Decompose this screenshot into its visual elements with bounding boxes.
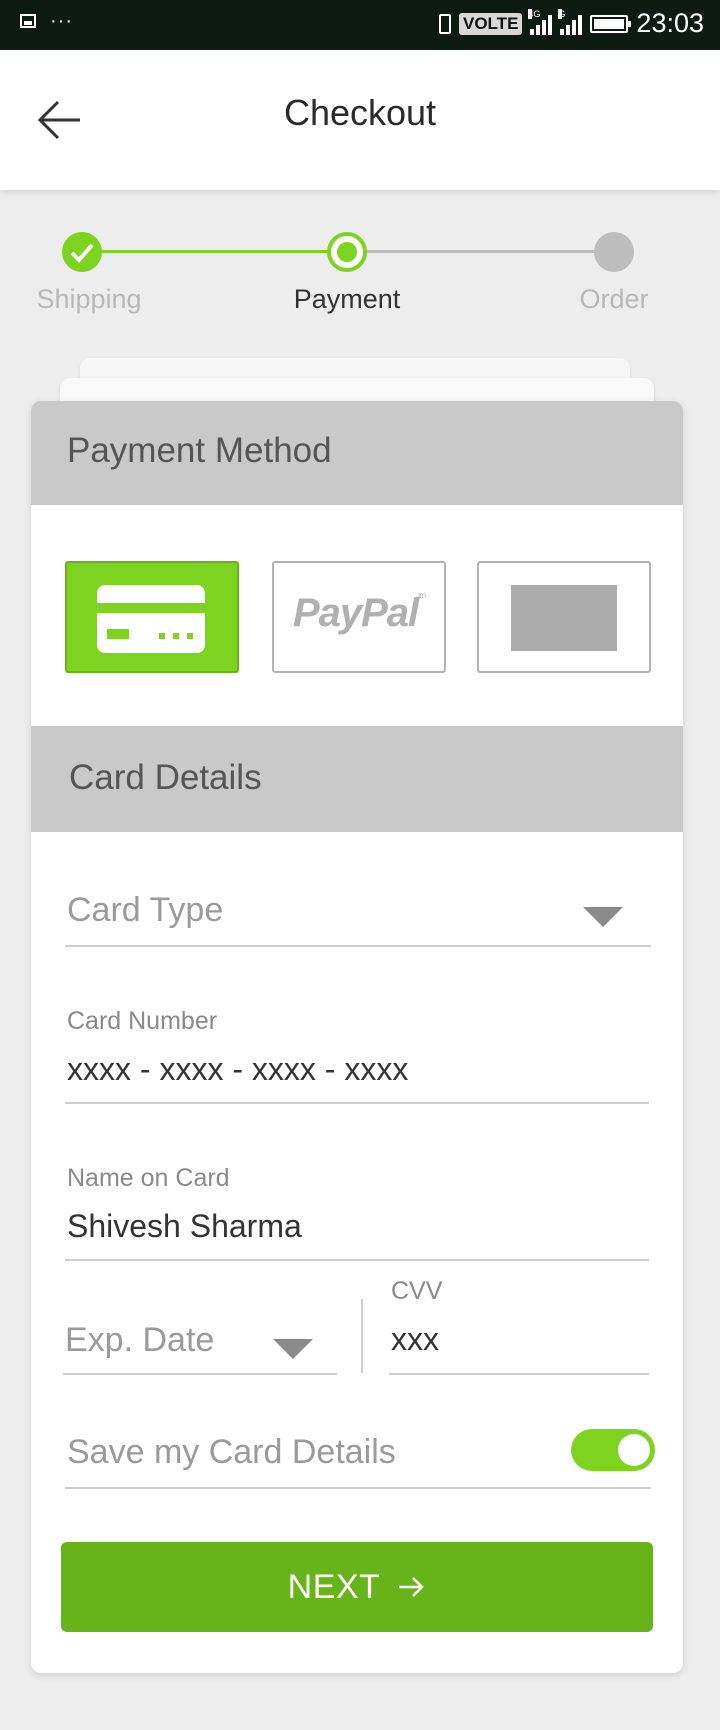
status-bar: ··· VOLTE 4G G 23:03 (0, 0, 720, 50)
volte-badge: VOLTE (459, 12, 523, 35)
payment-method-header: Payment Method (31, 401, 683, 505)
signal-icon: G (558, 8, 583, 35)
credit-card-icon (97, 585, 205, 653)
arrow-right-icon (399, 1577, 425, 1597)
card-number-field[interactable]: Card Number xxxx - xxxx - xxxx - xxxx (65, 1001, 649, 1104)
card-number-value: xxxx - xxxx - xxxx - xxxx (67, 1051, 409, 1087)
gallery-icon (20, 14, 36, 28)
exp-date-select[interactable]: Exp. Date (63, 1309, 337, 1375)
status-right: VOLTE 4G G 23:03 (439, 8, 704, 39)
chevron-down-icon (583, 907, 623, 927)
more-icon: ··· (50, 10, 73, 32)
app-bar: Checkout (0, 50, 720, 190)
name-on-card-label: Name on Card (67, 1164, 230, 1192)
step-connector-pending (366, 250, 614, 253)
vibrate-icon (439, 13, 451, 34)
cvv-label: CVV (391, 1277, 443, 1305)
step-label-shipping: Shipping (36, 284, 142, 314)
card-details-header: Card Details (31, 726, 683, 832)
cvv-field[interactable]: CVV xxx (389, 1271, 649, 1375)
cvv-value: xxx (391, 1321, 439, 1357)
status-time: 23:03 (636, 8, 704, 38)
save-card-label: Save my Card Details (67, 1433, 396, 1471)
name-on-card-field[interactable]: Name on Card Shivesh Sharma (65, 1158, 649, 1261)
toggle-knob (618, 1434, 650, 1466)
next-button-label: NEXT (287, 1567, 381, 1606)
card-number-label: Card Number (67, 1007, 218, 1035)
step-order-pending-icon[interactable] (594, 232, 634, 272)
sim1-network-tag: 4G (528, 8, 541, 19)
battery-icon (590, 14, 632, 33)
save-card-row: Save my Card Details (65, 1423, 655, 1489)
card-details-heading: Card Details (69, 758, 262, 797)
exp-date-placeholder: Exp. Date (65, 1321, 215, 1359)
page-title: Checkout (283, 92, 437, 133)
step-connector-done (100, 250, 346, 253)
paypal-logo: PayPaltm (292, 591, 426, 635)
payment-method-heading: Payment Method (67, 431, 332, 470)
step-label-payment: Payment (293, 284, 401, 314)
card-type-placeholder: Card Type (67, 891, 224, 929)
field-divider (361, 1299, 363, 1373)
sim2-network-tag: G (558, 8, 566, 19)
signal-icon: 4G (528, 8, 553, 35)
step-payment-active-icon[interactable] (327, 232, 367, 272)
next-button[interactable]: NEXT (61, 1542, 653, 1632)
check-icon (70, 243, 94, 263)
payment-option-other-card[interactable] (477, 561, 651, 673)
save-card-toggle[interactable] (571, 1429, 655, 1471)
step-label-order: Order (579, 284, 649, 314)
step-shipping-done-icon[interactable] (62, 232, 102, 272)
card-placeholder-icon (511, 585, 617, 651)
chevron-down-icon (273, 1339, 313, 1359)
payment-option-credit-card[interactable] (65, 561, 239, 673)
payment-option-paypal[interactable]: PayPaltm (272, 561, 446, 673)
name-on-card-value: Shivesh Sharma (67, 1208, 302, 1244)
payment-card: Payment Method PayPaltm Card Details Car… (31, 401, 683, 1673)
card-type-select[interactable]: Card Type (65, 881, 651, 947)
status-left: ··· (20, 10, 73, 32)
checkout-stepper: Shipping Payment Order (0, 230, 720, 320)
